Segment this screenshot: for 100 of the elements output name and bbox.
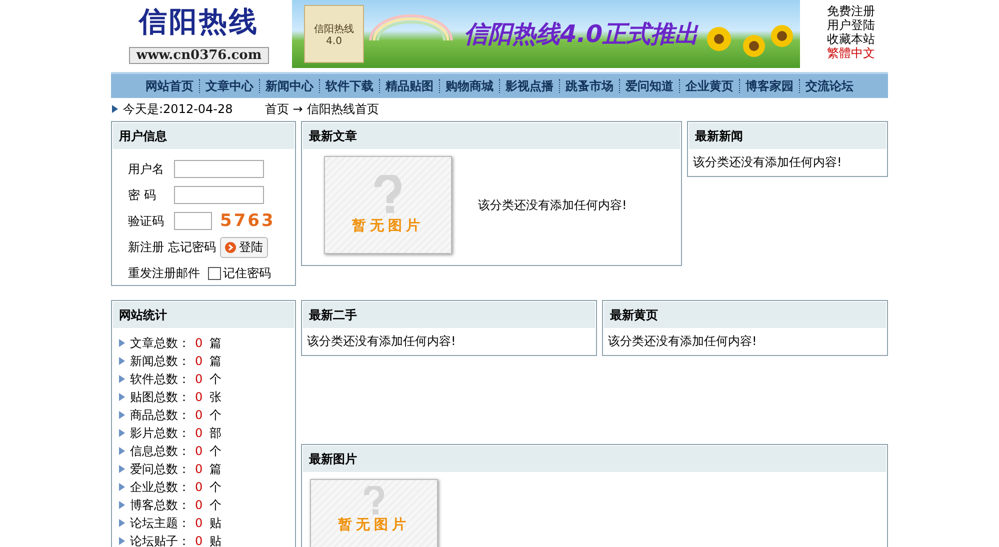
panel-title: 最新黄页 [603, 301, 887, 329]
stat-value: 0 [195, 390, 203, 404]
panel-title: 最新新闻 [688, 122, 887, 150]
stat-value: 0 [195, 426, 203, 440]
bullet-icon [119, 447, 125, 455]
stat-label: 影片总数： [130, 424, 190, 442]
nav-link[interactable]: 企业黄页 [680, 78, 738, 94]
stat-unit: 个 [210, 442, 222, 460]
bullet-icon [119, 393, 125, 401]
bullet-icon [119, 501, 125, 509]
top-link[interactable]: 繁體中文 [819, 46, 875, 60]
stat-unit: 篇 [210, 352, 222, 370]
bullet-icon [119, 519, 125, 527]
breadcrumb-current: 信阳热线首页 [306, 100, 379, 118]
register-link[interactable]: 新注册 [128, 238, 164, 256]
stat-value: 0 [195, 480, 203, 494]
stat-unit: 个 [210, 478, 222, 496]
empty-message: 该分类还没有添加任何内容! [692, 154, 843, 171]
stat-value: 0 [195, 408, 203, 422]
resend-email-link[interactable]: 重发注册邮件 [128, 264, 200, 282]
stat-value: 0 [195, 336, 203, 350]
username-label: 用户名 [128, 160, 165, 178]
stat-unit: 贴 [210, 532, 222, 547]
nav-link[interactable]: 博客家园 [740, 78, 798, 94]
nav-link[interactable]: 跳蚤市场 [560, 78, 618, 94]
stat-label: 企业总数： [130, 478, 190, 496]
breadcrumb-arrow: → [292, 102, 303, 116]
nav-link[interactable]: 交流论坛 [800, 78, 858, 94]
scroll-version: 4.0 [326, 36, 342, 46]
logo-url: www.cn0376.com [129, 47, 269, 64]
nav-link[interactable]: 爱问知道 [620, 78, 678, 94]
bullet-icon [119, 465, 125, 473]
stat-unit: 篇 [210, 460, 222, 478]
password-field[interactable] [174, 186, 264, 204]
banner-title: 信阳热线4.0正式推出 [464, 19, 699, 50]
stat-label: 新闻总数： [130, 352, 190, 370]
stat-value: 0 [195, 516, 203, 530]
stat-unit: 张 [210, 388, 222, 406]
stat-label: 爱问总数： [130, 460, 190, 478]
stat-label: 博客总数： [130, 496, 190, 514]
bullet-icon [119, 537, 125, 545]
logo-title: 信阳热线 [139, 4, 259, 40]
home-link[interactable]: 首页 [264, 100, 289, 118]
empty-message: 该分类还没有添加任何内容! [607, 333, 758, 350]
stat-unit: 贴 [210, 514, 222, 532]
scroll-title: 信阳热线 [314, 22, 354, 36]
captcha-image: 5763 [220, 211, 276, 231]
username-field[interactable] [174, 160, 264, 178]
stat-value: 0 [195, 534, 203, 547]
top-link[interactable]: 用户登陆 [819, 18, 875, 32]
nav-link[interactable]: 购物商城 [440, 78, 498, 94]
stat-unit: 个 [210, 496, 222, 514]
stat-value: 0 [195, 462, 203, 476]
date-text: 今天是:2012-04-28 [123, 100, 233, 118]
arrow-icon [225, 242, 236, 252]
stat-unit: 个 [210, 370, 222, 388]
nav-link[interactable]: 软件下载 [320, 78, 378, 94]
nav-link[interactable]: 新闻中心 [260, 78, 318, 94]
bullet-icon [119, 483, 125, 491]
panel-title: 网站统计 [112, 301, 295, 329]
top-link[interactable]: 免费注册 [819, 4, 875, 18]
nav-link[interactable]: 精品贴图 [380, 78, 438, 94]
login-button[interactable]: 登陆 [220, 236, 268, 258]
no-image-text: 暂无图片 [338, 516, 410, 534]
stat-value: 0 [195, 354, 203, 368]
stat-unit: 篇 [210, 334, 222, 352]
stat-label: 文章总数： [130, 334, 190, 352]
nav-link[interactable]: 影视点播 [500, 78, 558, 94]
stat-label: 信息总数： [130, 442, 190, 460]
question-mark-icon [373, 175, 403, 215]
forgot-password-link[interactable]: 忘记密码 [168, 238, 216, 256]
stat-value: 0 [195, 498, 203, 512]
nav-link[interactable]: 网站首页 [140, 78, 198, 94]
bullet-icon [119, 357, 125, 365]
panel-title: 最新图片 [302, 445, 887, 473]
password-label: 密 码 [128, 186, 157, 204]
remember-checkbox[interactable] [208, 266, 221, 280]
empty-message: 该分类还没有添加任何内容! [478, 196, 627, 214]
remember-label: 记住密码 [223, 264, 271, 282]
stat-label: 贴图总数： [130, 388, 190, 406]
top-link[interactable]: 收藏本站 [819, 32, 875, 46]
panel-title: 用户信息 [112, 122, 295, 150]
no-image-text: 暂无图片 [352, 217, 424, 235]
nav-link[interactable]: 文章中心 [200, 78, 258, 94]
bullet-icon [119, 339, 125, 347]
stat-label: 软件总数： [130, 370, 190, 388]
stat-unit: 部 [210, 424, 222, 442]
stat-value: 0 [195, 372, 203, 386]
captcha-field[interactable] [174, 212, 212, 230]
stat-unit: 个 [210, 406, 222, 424]
captcha-label: 验证码 [128, 212, 165, 230]
panel-title: 最新二手 [302, 301, 596, 329]
stat-label: 论坛贴子： [130, 532, 190, 547]
panel-title: 最新文章 [302, 122, 681, 150]
empty-message: 该分类还没有添加任何内容! [306, 333, 457, 350]
bullet-icon [119, 411, 125, 419]
arrow-icon [111, 104, 119, 114]
bullet-icon [119, 429, 125, 437]
bullet-icon [119, 375, 125, 383]
stat-value: 0 [195, 444, 203, 458]
